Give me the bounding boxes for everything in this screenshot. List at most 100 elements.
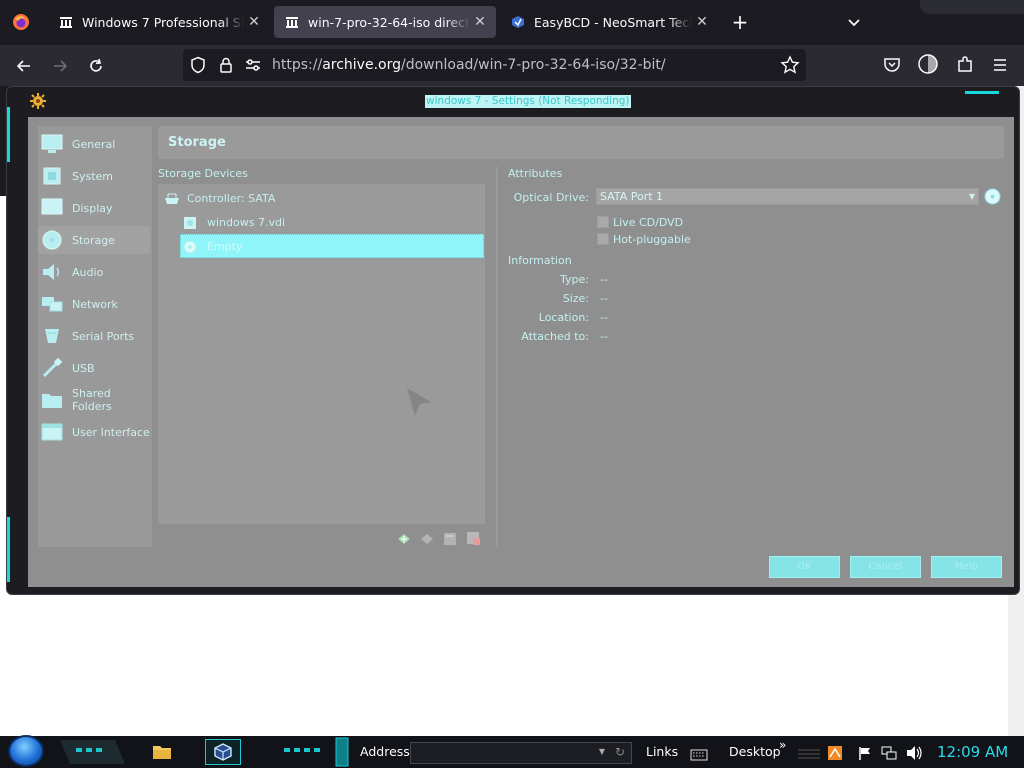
virtualbox-gear-icon <box>30 93 46 109</box>
mouse-cursor-icon <box>405 386 433 418</box>
page-title: Storage <box>168 135 226 150</box>
pane-splitter[interactable] <box>496 167 498 547</box>
url-scheme: https:// <box>272 57 323 73</box>
tab-win-7-pro-directory[interactable]: win-7-pro-32-64-iso directory li ✕ <box>274 6 496 38</box>
tree-item-controller[interactable]: Controller: SATA <box>163 190 275 206</box>
action-center-flag-icon[interactable] <box>857 745 873 761</box>
remove-controller-icon[interactable] <box>419 531 435 547</box>
site-permissions-icon[interactable] <box>244 56 262 74</box>
optical-drive-select[interactable]: SATA Port 1 ▼ <box>596 188 979 205</box>
sidebar-item-storage[interactable]: Storage <box>38 226 150 254</box>
tab-label: EasyBCD - NeoSmart Technologies <box>534 14 692 30</box>
desktop-toolbar-label[interactable]: Desktop <box>729 744 781 759</box>
pocket-icon[interactable] <box>882 55 902 75</box>
sidebar-item-user-interface[interactable]: User Interface <box>38 418 150 446</box>
sidebar-item-label: Storage <box>72 233 116 247</box>
sidebar-item-network[interactable]: Network <box>38 290 150 318</box>
start-orb-button[interactable] <box>8 735 44 767</box>
hard-disk-icon <box>183 215 197 229</box>
attributes-label: Attributes <box>508 167 563 180</box>
url-path: /download/win-7-pro-32-64-iso/32-bit/ <box>401 57 666 73</box>
links-toolbar-label[interactable]: Links <box>646 744 678 759</box>
toolbar-overflow-chevron[interactable]: » <box>779 738 786 752</box>
sidebar-item-audio[interactable]: Audio <box>38 258 150 286</box>
ok-button[interactable]: OK <box>769 556 840 578</box>
optical-drive-value: SATA Port 1 <box>600 190 664 203</box>
taskbar-virtualbox-button[interactable] <box>205 739 241 765</box>
network-status-icon[interactable] <box>881 745 897 761</box>
account-icon[interactable] <box>917 53 939 75</box>
hot-pluggable-label: Hot-pluggable <box>613 233 691 246</box>
sidebar-item-label: Shared Folders <box>72 387 112 413</box>
hot-pluggable-checkbox[interactable] <box>597 233 609 245</box>
minimize-window-button[interactable] <box>920 0 1024 14</box>
tab-close-icon[interactable]: ✕ <box>244 14 264 30</box>
sidebar-item-label: General <box>72 137 116 151</box>
tracking-protection-shield-icon[interactable] <box>189 56 207 74</box>
folder-icon <box>153 746 171 759</box>
neosmart-logo-icon <box>510 14 526 30</box>
tab-easybcd[interactable]: EasyBCD - NeoSmart Technologies ✕ <box>500 6 718 38</box>
taskbar-clock[interactable]: 12:09 AM <box>937 743 1008 761</box>
forward-button[interactable] <box>47 53 73 79</box>
sidebar-item-label: Audio <box>72 265 104 279</box>
usb-icon <box>41 357 63 379</box>
disk-icon <box>41 229 63 251</box>
sidebar-item-system[interactable]: System <box>38 162 150 190</box>
live-cd-dvd-label: Live CD/DVD <box>613 216 684 229</box>
sidebar-item-label: Serial Ports <box>72 329 135 343</box>
tab-windows-7-professional[interactable]: Windows 7 Professional SP1 (32 ✕ <box>48 6 270 38</box>
address-toolbar-input[interactable]: ▼ ↻ <box>410 742 632 764</box>
virtualbox-cube-icon <box>214 743 232 761</box>
back-button[interactable] <box>11 53 37 79</box>
reload-button[interactable] <box>83 53 109 79</box>
remove-attachment-icon[interactable] <box>465 530 481 546</box>
sidebar-item-shared-folders[interactable]: Shared Folders <box>38 386 150 414</box>
frame-accent-left-top <box>7 107 10 162</box>
archive-building-icon <box>58 14 74 30</box>
sidebar-item-serial-ports[interactable]: Serial Ports <box>38 322 150 350</box>
cancel-button[interactable]: Cancel <box>850 556 921 578</box>
taskbar-explorer-button[interactable] <box>150 740 174 764</box>
dropdown-arrow-icon: ▼ <box>968 192 975 201</box>
optical-drive-label: Optical Drive: <box>513 191 589 204</box>
bookmark-star-icon[interactable] <box>780 55 800 75</box>
network-icon <box>41 293 63 315</box>
tree-item-disk[interactable]: windows 7.vdi <box>183 214 285 230</box>
add-controller-icon[interactable] <box>396 531 412 547</box>
choose-disk-image-icon[interactable] <box>984 188 1001 205</box>
list-tabs-chevron-icon[interactable] <box>844 13 864 33</box>
volume-icon[interactable] <box>905 745 923 761</box>
tab-label: Windows 7 Professional SP1 (32 <box>82 14 244 30</box>
display-icon <box>41 197 63 219</box>
add-attachment-icon[interactable] <box>442 531 458 547</box>
sidebar-item-label: Network <box>72 297 118 311</box>
archive-building-icon <box>284 14 300 30</box>
extensions-puzzle-icon[interactable] <box>955 55 975 75</box>
info-type-label: Type: <box>560 273 589 286</box>
new-tab-button[interactable]: + <box>729 9 751 35</box>
secure-lock-icon[interactable] <box>217 56 235 74</box>
tab-close-icon[interactable]: ✕ <box>470 14 490 30</box>
info-size-label: Size: <box>562 292 589 305</box>
sidebar-item-label: USB <box>72 361 95 375</box>
frame-accent-top <box>965 91 999 94</box>
live-cd-dvd-checkbox[interactable] <box>597 216 609 228</box>
sidebar-item-usb[interactable]: USB <box>38 354 150 382</box>
url-text[interactable]: https://archive.org/download/win-7-pro-3… <box>272 57 666 73</box>
tree-item-optical[interactable]: Empty <box>183 238 242 254</box>
help-button[interactable]: Help <box>931 556 1002 578</box>
serial-port-icon <box>41 325 63 347</box>
folder-icon <box>41 389 63 411</box>
app-menu-hamburger-icon[interactable] <box>990 55 1010 75</box>
sidebar-item-general[interactable]: General <box>38 130 150 158</box>
keyboard-icon[interactable] <box>690 746 708 761</box>
url-host: archive.org <box>322 57 401 73</box>
tray-app-icon[interactable] <box>827 745 843 761</box>
firefox-logo-icon[interactable] <box>12 13 30 31</box>
address-dropdown-icon[interactable]: ▼ <box>599 747 605 756</box>
go-refresh-icon[interactable]: ↻ <box>615 745 625 759</box>
sidebar-item-display[interactable]: Display <box>38 194 150 222</box>
controller-icon <box>163 191 181 205</box>
tab-close-icon[interactable]: ✕ <box>692 14 712 30</box>
